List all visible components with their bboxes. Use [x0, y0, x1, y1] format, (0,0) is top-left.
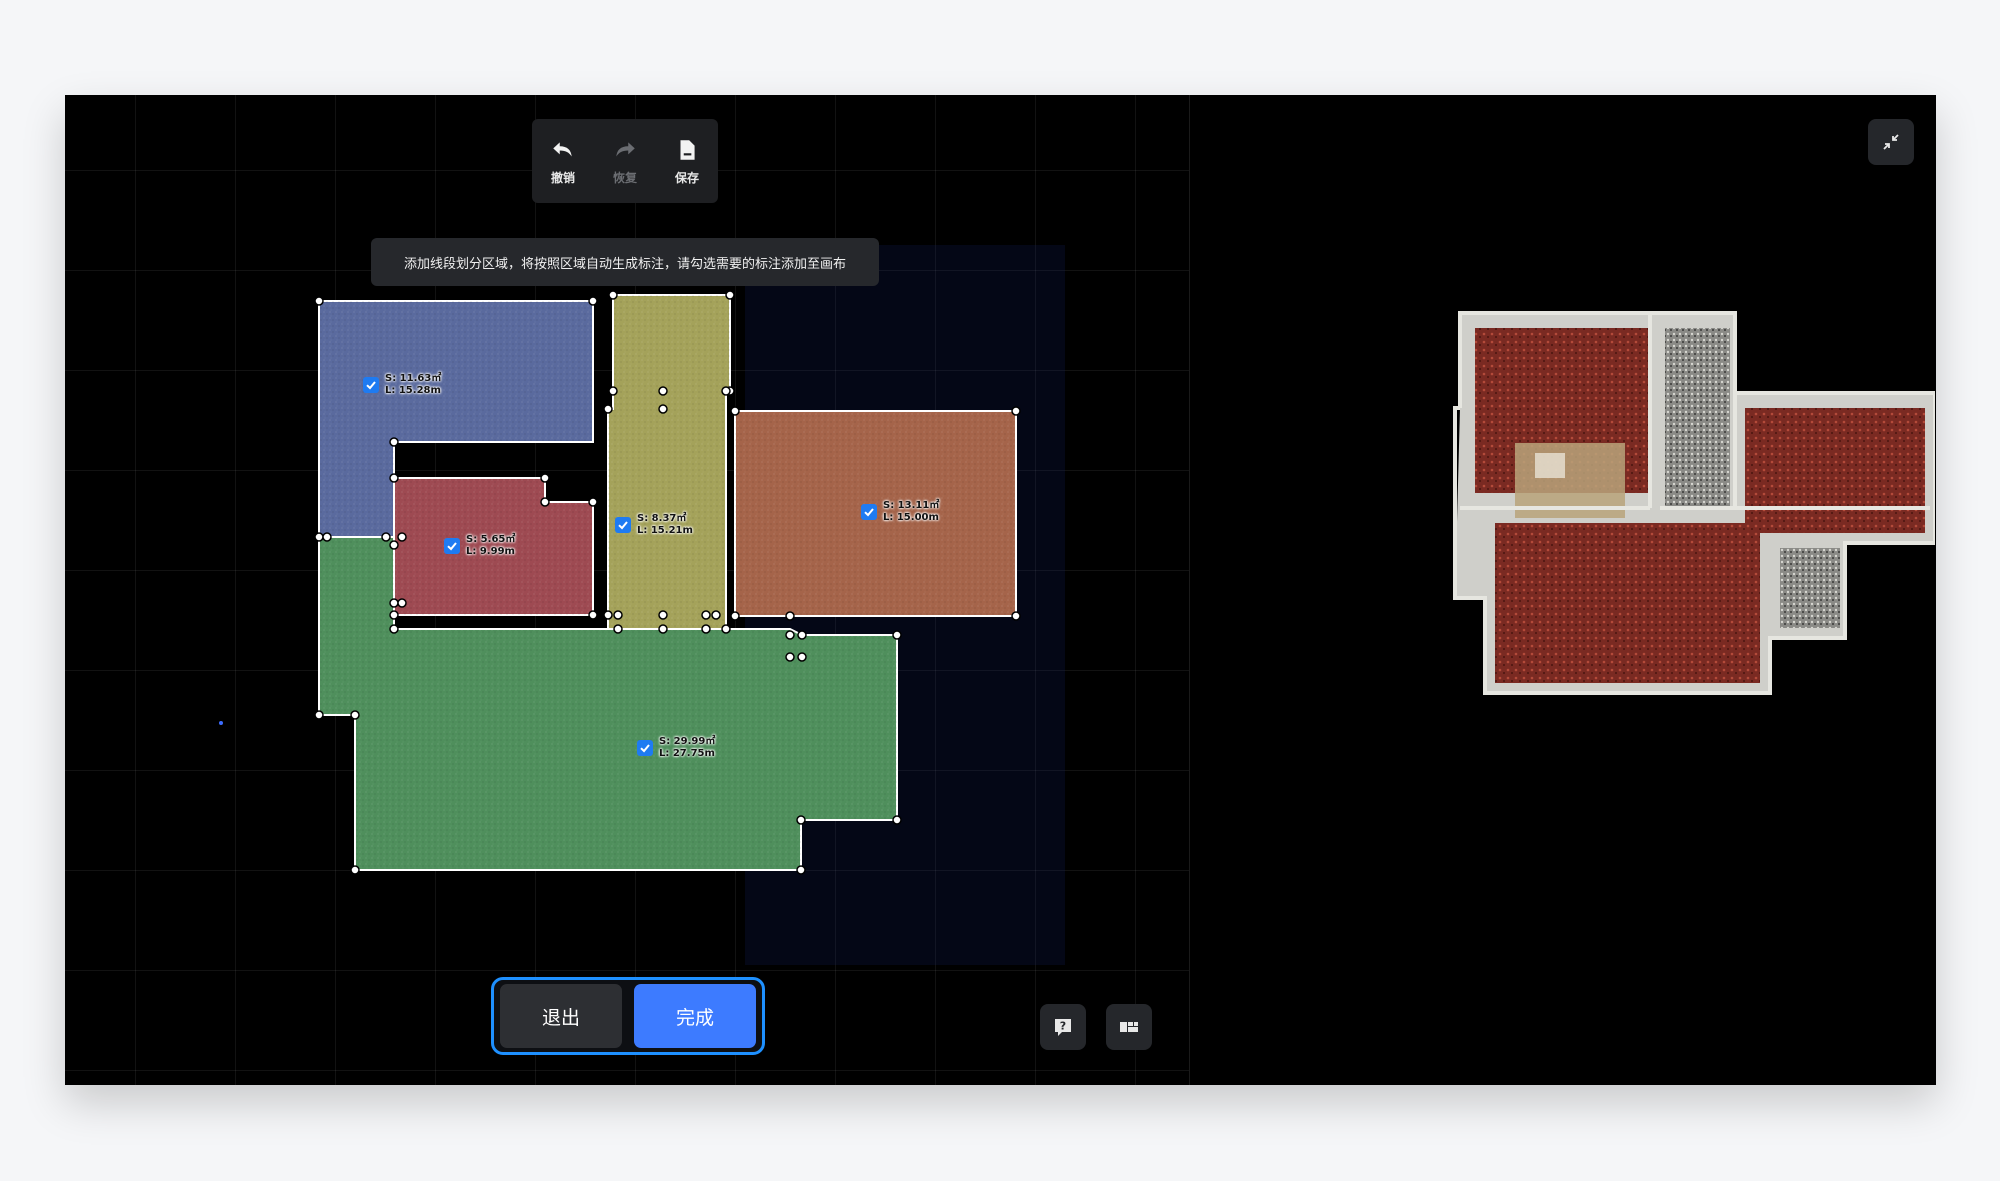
room-stats: S: 5.65㎡ L: 9.99m [466, 534, 515, 558]
exit-button[interactable]: 退出 [500, 984, 622, 1048]
plan-canvas[interactable]: S: 11.63㎡ L: 15.28m S: 5.65㎡ L: 9.99m S:… [65, 95, 1189, 1085]
room-stats: S: 29.99㎡ L: 27.75m [659, 736, 715, 760]
room-area: S: 8.37㎡ [637, 513, 687, 524]
action-bar: 退出 完成 [491, 977, 765, 1055]
room-1-label[interactable]: S: 11.63㎡ L: 15.28m [363, 373, 441, 397]
room-perimeter: L: 27.75m [659, 748, 715, 759]
layout-button[interactable] [1106, 1004, 1152, 1050]
checkbox-checked-icon[interactable] [615, 517, 631, 533]
help-button[interactable]: ? [1040, 1004, 1086, 1050]
room-stats: S: 8.37㎡ L: 15.21m [637, 513, 693, 537]
collapse-button[interactable] [1868, 119, 1914, 165]
save-button[interactable]: 保存 [659, 137, 715, 186]
checkbox-checked-icon[interactable] [861, 504, 877, 520]
svg-text:?: ? [1060, 1020, 1066, 1033]
undo-button[interactable]: 撤销 [535, 137, 591, 186]
help-icon: ? [1055, 1019, 1071, 1036]
undo-label: 撤销 [550, 170, 575, 185]
collapse-icon [1883, 134, 1899, 150]
save-label: 保存 [674, 170, 699, 185]
done-button[interactable]: 完成 [634, 984, 756, 1048]
undo-icon [553, 141, 572, 156]
room-4-label[interactable]: S: 13.11㎡ L: 15.00m [861, 500, 939, 524]
redo-button[interactable]: 恢复 [597, 137, 653, 186]
layout-icon [1120, 1022, 1138, 1032]
floorplan-editor: S: 11.63㎡ L: 15.28m S: 5.65㎡ L: 9.99m S:… [65, 95, 1936, 1085]
checkbox-checked-icon[interactable] [363, 377, 379, 393]
hint-tooltip: 添加线段划分区域，将按照区域自动生成标注，请勾选需要的标注添加至画布 [371, 238, 879, 286]
room-area: S: 11.63㎡ [385, 373, 442, 384]
room-perimeter: L: 15.00m [883, 512, 939, 523]
redo-label: 恢复 [612, 170, 637, 185]
room-stats: S: 13.11㎡ L: 15.00m [883, 500, 939, 524]
redo-icon [616, 141, 635, 156]
3d-model-preview [1453, 311, 1935, 695]
room-stats: S: 11.63㎡ L: 15.28m [385, 373, 441, 397]
room-perimeter: L: 15.28m [385, 385, 441, 396]
room-5-label[interactable]: S: 29.99㎡ L: 27.75m [637, 736, 715, 760]
checkbox-checked-icon[interactable] [637, 740, 653, 756]
edit-toolbar: 撤销 恢复 保存 [532, 119, 718, 203]
room-area: S: 13.11㎡ [883, 500, 940, 511]
room-perimeter: L: 15.21m [637, 525, 693, 536]
save-icon [680, 139, 695, 160]
checkbox-checked-icon[interactable] [444, 538, 460, 554]
room-perimeter: L: 9.99m [466, 546, 515, 557]
room-2-label[interactable]: S: 5.65㎡ L: 9.99m [444, 534, 515, 558]
room-area: S: 5.65㎡ [466, 534, 516, 545]
room-3-label[interactable]: S: 8.37㎡ L: 15.21m [615, 513, 693, 537]
room-area: S: 29.99㎡ [659, 736, 716, 747]
